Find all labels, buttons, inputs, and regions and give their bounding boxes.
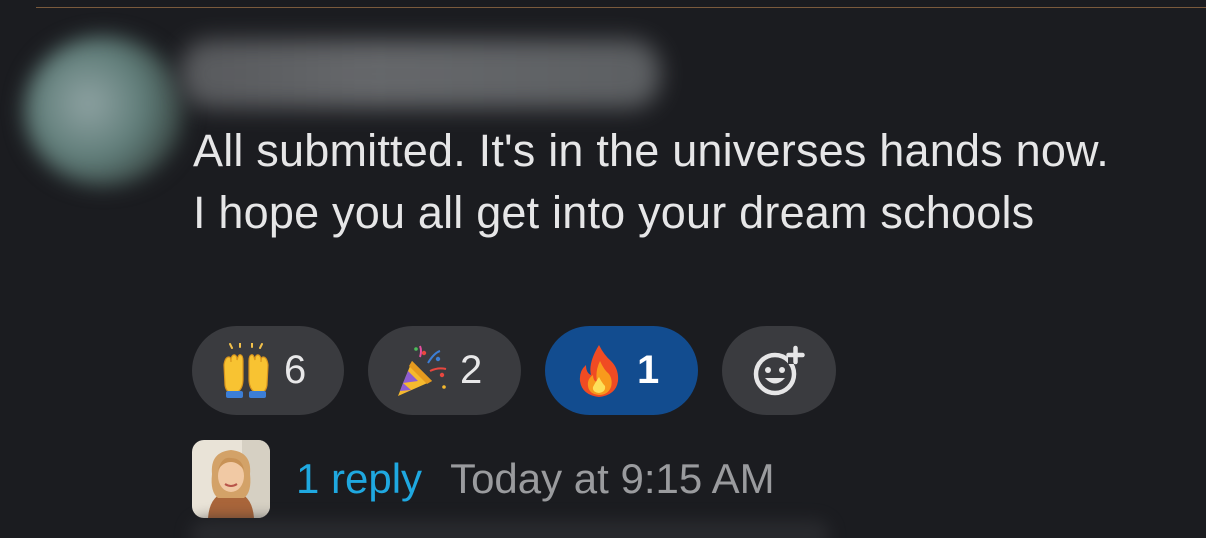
thread-summary: 1 reply Today at 9:15 AM <box>192 440 775 518</box>
sender-name-redacted <box>180 40 660 108</box>
last-reply-timestamp: Today at 9:15 AM <box>450 455 775 502</box>
raising-hands-icon <box>223 342 269 398</box>
reaction-party-popper-button[interactable]: 2 <box>368 326 521 415</box>
reaction-count: 2 <box>460 348 483 392</box>
replier-avatar[interactable] <box>192 440 270 518</box>
message-view: All submitted. It's in the universes han… <box>0 0 1206 538</box>
reply-count-link[interactable]: 1 reply <box>296 455 422 503</box>
party-popper-icon <box>398 345 447 396</box>
reactions-bar: 6 2 1 <box>192 326 836 415</box>
reaction-fire-button[interactable]: 1 <box>545 326 698 415</box>
fire-icon <box>579 344 619 397</box>
add-reaction-icon <box>753 345 805 395</box>
reaction-count: 6 <box>284 348 307 392</box>
reaction-count: 1 <box>637 348 660 392</box>
cut-off-content <box>190 520 830 538</box>
reaction-raising-hands-button[interactable]: 6 <box>192 326 344 415</box>
message-text: All submitted. It's in the universes han… <box>193 125 1109 238</box>
sender-avatar[interactable] <box>24 36 184 186</box>
add-reaction-button[interactable] <box>722 326 836 415</box>
divider <box>36 7 1206 8</box>
